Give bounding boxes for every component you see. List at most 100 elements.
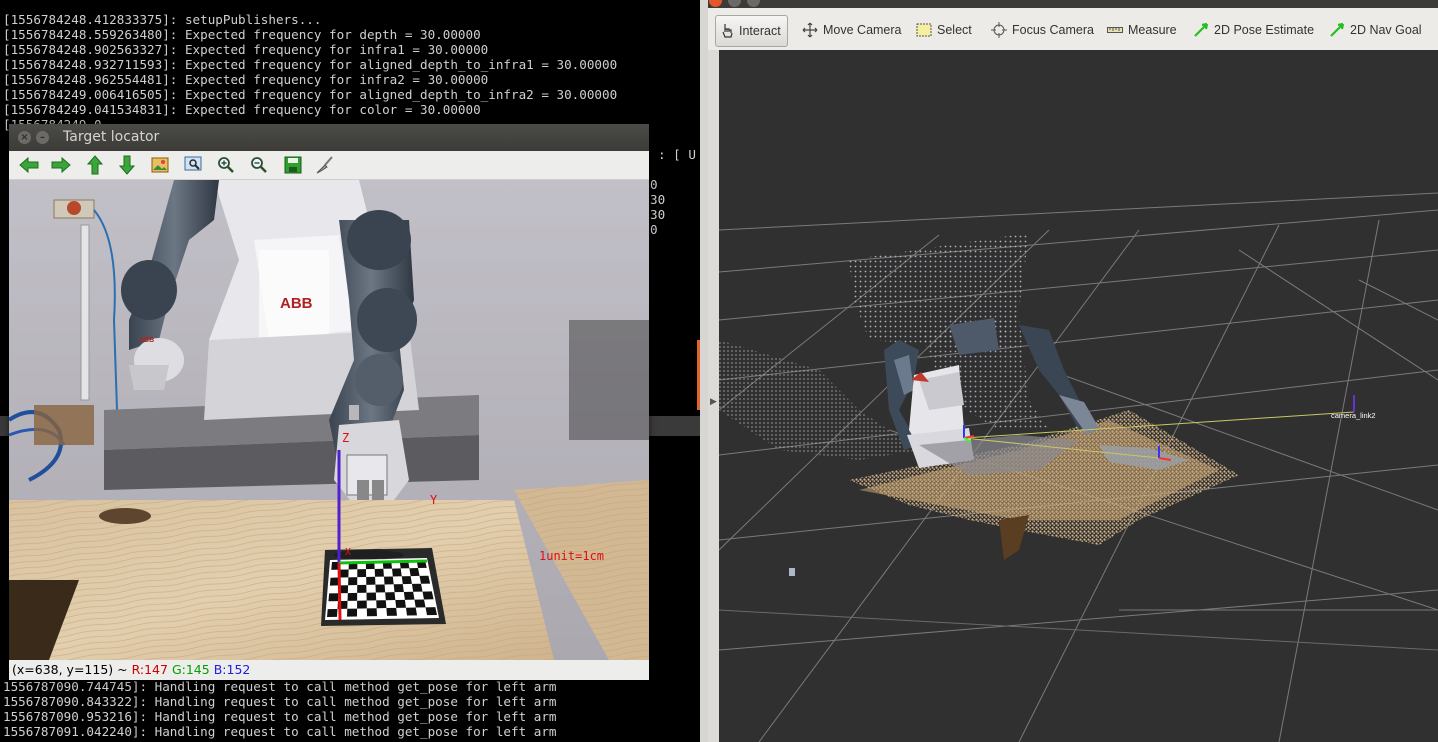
chessboard-square (414, 599, 426, 608)
status-b: B:152 (213, 662, 251, 677)
arrow-up-icon[interactable] (83, 154, 107, 176)
chessboard-square (347, 592, 358, 601)
pixel-status-bar: (x=638, y=115) ~ R:147 G:145 B:152 (9, 660, 649, 680)
rviz-toolbar: Interact Move Camera Select Focus Camera… (703, 8, 1438, 50)
close-icon[interactable]: × (18, 131, 31, 144)
target-locator-titlebar[interactable]: × – Target locator (9, 124, 649, 151)
tool-label: Focus Camera (1012, 23, 1094, 37)
rviz-scene: camera_link2 (719, 192, 1438, 742)
rviz-titlebar (703, 0, 1438, 8)
arrow-left-icon[interactable] (17, 154, 41, 176)
y-axis (338, 559, 428, 565)
chessboard-square (411, 583, 423, 592)
x-axis (337, 562, 342, 621)
hand-pointer-icon (720, 23, 734, 39)
chessboard-square (375, 584, 386, 593)
chessboard-square (393, 584, 404, 593)
chessboard-square (348, 577, 358, 586)
axis-label-x: X (345, 547, 351, 558)
save-icon[interactable] (281, 154, 305, 176)
rviz-3d-viewport[interactable]: camera_link2 (719, 50, 1438, 742)
chessboard-square (409, 568, 420, 577)
chessboard-square (357, 584, 367, 593)
measure-tool-button[interactable]: Measure (1107, 15, 1177, 45)
brush-icon[interactable] (313, 154, 337, 176)
terminal-line: [1556784249.006416505]: Expected frequen… (3, 87, 618, 102)
chessboard-square (403, 591, 415, 600)
frame-label-camera: camera_link2 (1331, 411, 1376, 420)
interact-tool-button[interactable]: Interact (715, 15, 788, 47)
camera-image[interactable]: ABB ABB Z Y X 1unit=1cm (9, 180, 649, 660)
chessboard-square (385, 592, 396, 601)
terminal-line: 1556787091.042240]: Handling request to … (3, 724, 557, 739)
tool-label: Measure (1128, 23, 1177, 37)
terminal-line: [1556784248.962554481]: Expected frequen… (3, 72, 489, 87)
chessboard-square (357, 600, 367, 609)
terminal-line: [1556784248.902563327]: Expected frequen… (3, 42, 489, 57)
minimize-icon[interactable] (728, 0, 741, 7)
tool-label: 2D Nav Goal (1350, 23, 1422, 37)
green-arrow-icon (1329, 22, 1345, 38)
arrow-down-icon[interactable] (115, 154, 139, 176)
status-coords: (x=638, y=115) ~ (12, 662, 128, 677)
ruler-icon (1107, 26, 1123, 34)
window-splitter[interactable] (700, 0, 708, 742)
status-g: G:145 (171, 662, 210, 677)
image-icon[interactable] (148, 154, 172, 176)
chessboard-square (422, 591, 434, 600)
move-camera-icon (802, 22, 818, 38)
tool-label: Select (937, 23, 972, 37)
minimize-icon[interactable]: – (36, 131, 49, 144)
axis-label-y: Y (430, 493, 438, 507)
chessboard-square (327, 608, 338, 617)
chessboard-square (328, 593, 339, 602)
chessboard-square (366, 608, 377, 617)
target-locator-window[interactable]: × – Target locator ABB ABB Z Y X 1unit=1… (9, 124, 649, 680)
chessboard-square (347, 608, 358, 617)
terminal-fragment: 0 (650, 177, 658, 192)
chessboard-square (376, 600, 387, 609)
terminal-fragment: 30 (650, 192, 666, 207)
terminal-line: 1556787090.953216]: Handling request to … (3, 709, 557, 724)
chessboard-square (419, 575, 431, 584)
green-arrow-icon (1193, 22, 1209, 38)
focus-crosshair-icon (991, 22, 1007, 38)
abb-logo: ABB (280, 295, 313, 312)
zoom-in-icon[interactable] (214, 154, 238, 176)
terminal-fragment: 30 (650, 207, 666, 222)
tool-label: Interact (739, 24, 781, 38)
chessboard-square (366, 576, 376, 585)
chessboard-square (395, 599, 406, 608)
axis-label-z: Z (342, 431, 349, 445)
svg-text:ABB: ABB (139, 337, 154, 344)
tool-label: 2D Pose Estimate (1214, 23, 1315, 37)
focus-camera-tool-button[interactable]: Focus Camera (991, 15, 1094, 45)
move-camera-tool-button[interactable]: Move Camera (802, 15, 902, 45)
arrow-right-icon[interactable] (49, 154, 73, 176)
nav-goal-tool-button[interactable]: 2D Nav Goal (1329, 15, 1422, 45)
chessboard-square (357, 569, 367, 578)
select-box-icon (916, 23, 932, 37)
close-icon[interactable] (709, 0, 722, 7)
zoom-fit-icon[interactable] (181, 154, 205, 176)
terminal-line: 1556787090.744745]: Handling request to … (3, 679, 557, 694)
tool-label: Move Camera (823, 23, 902, 37)
collapse-arrow-icon[interactable]: ▶ (710, 397, 717, 407)
rviz-window[interactable]: Interact Move Camera Select Focus Camera… (703, 0, 1438, 742)
chessboard-square (366, 592, 377, 601)
chessboard-square (339, 569, 349, 578)
maximize-icon[interactable] (747, 0, 760, 7)
zoom-out-icon[interactable] (247, 154, 271, 176)
chessboard-square (392, 568, 402, 577)
chessboard-square (386, 607, 397, 616)
terminal-fragment: : [ U (658, 147, 696, 162)
pose-estimate-tool-button[interactable]: 2D Pose Estimate (1193, 15, 1314, 45)
select-tool-button[interactable]: Select (916, 15, 972, 45)
camera-scene: ABB ABB Z Y X 1unit=1cm (9, 180, 649, 660)
chessboard-square (374, 568, 384, 577)
chessboard-square (383, 576, 394, 585)
chessboard-square (425, 607, 437, 616)
chessboard-square (401, 576, 412, 585)
target-locator-toolbar (9, 151, 649, 180)
terminal-line: [1556784248.932711593]: Expected frequen… (3, 57, 618, 72)
